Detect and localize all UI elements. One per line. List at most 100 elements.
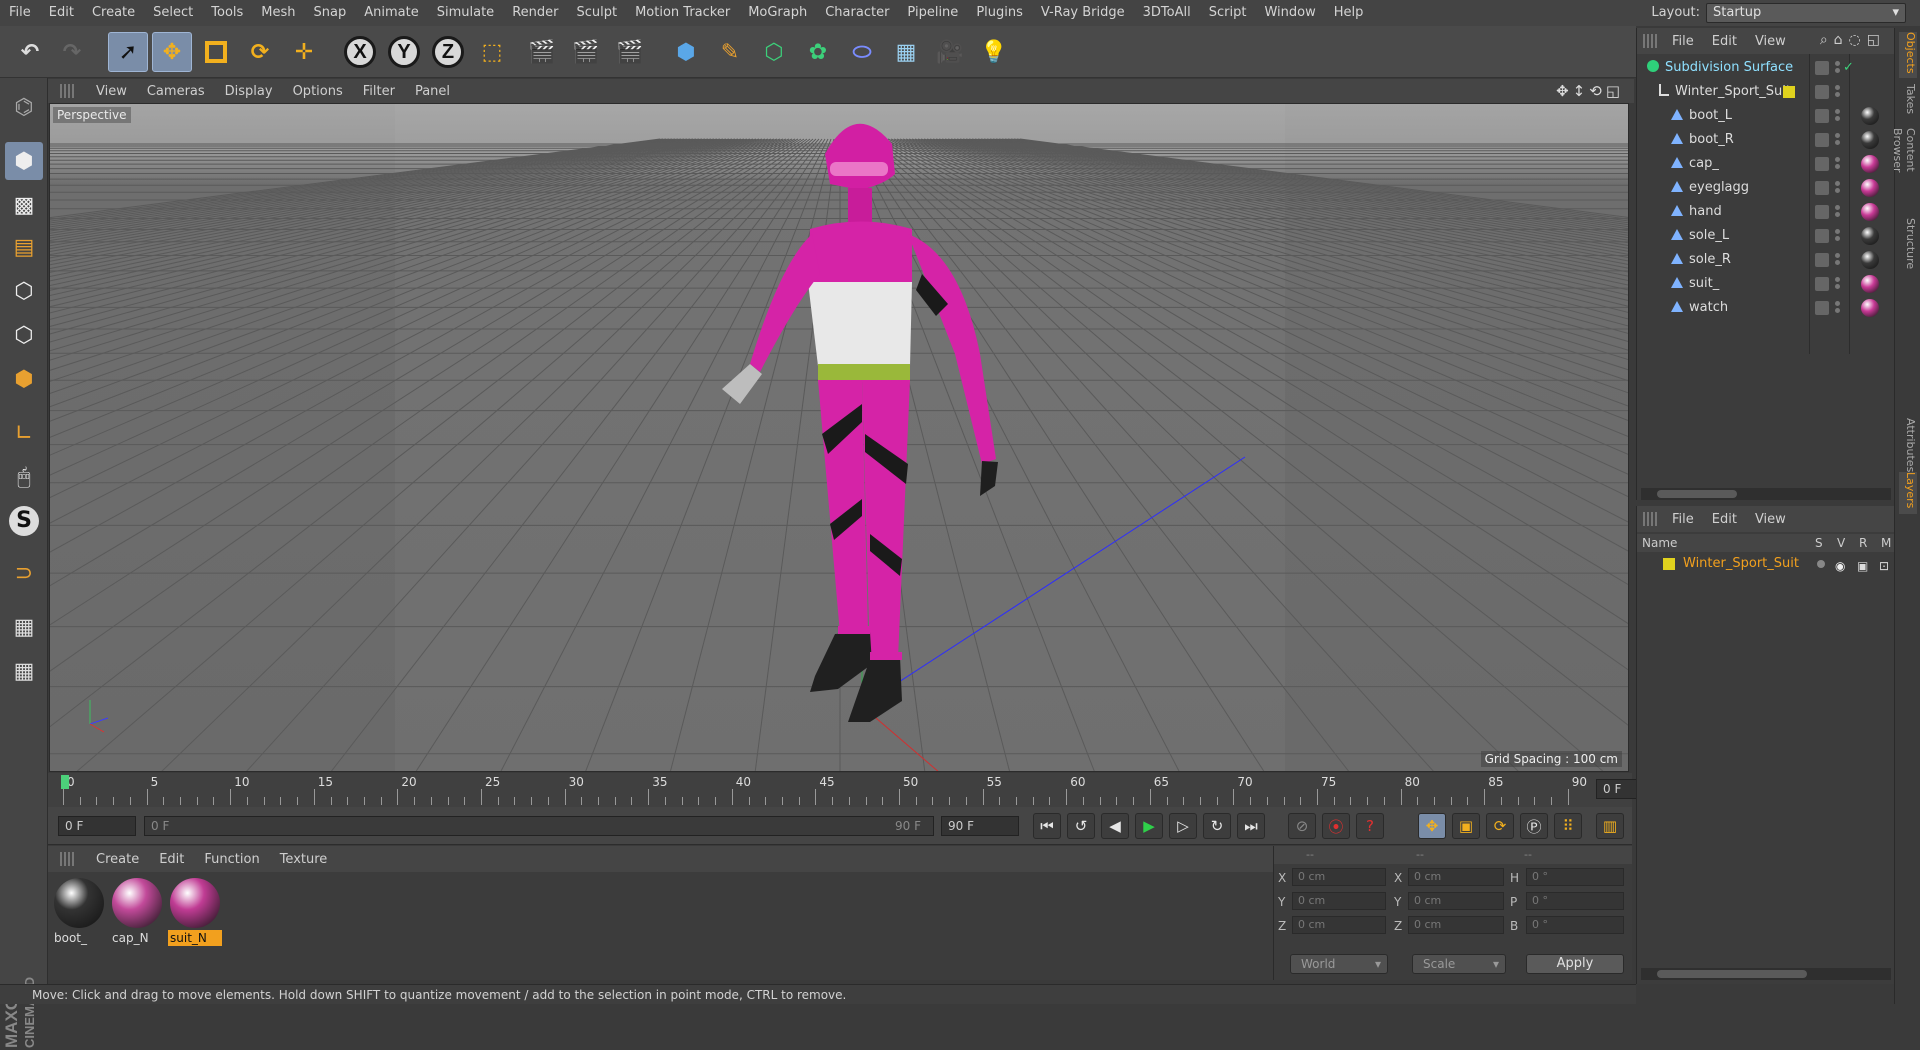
floor-button[interactable]: ▦ — [886, 32, 926, 72]
prev-key-button[interactable]: ↺ — [1067, 813, 1095, 839]
tweak-mode-button[interactable]: 🖱 — [5, 458, 43, 496]
points-mode-button[interactable]: ⬡ — [5, 272, 43, 310]
snap-button[interactable]: ⊃ — [5, 554, 43, 592]
rotation-field[interactable]: 0 ° — [1526, 868, 1624, 886]
menu-file[interactable]: File — [0, 0, 40, 26]
viewport-menu-view[interactable]: View — [86, 84, 137, 99]
visibility-dots-icon[interactable] — [1835, 203, 1841, 221]
coordinate-system-dropdown[interactable]: World ▾ — [1290, 954, 1388, 974]
object-row[interactable]: eyeglagg — [1637, 176, 1895, 200]
motion-record-button[interactable]: ⊘ — [1288, 813, 1316, 839]
play-button[interactable]: ▶ — [1135, 813, 1163, 839]
editable-check-icon[interactable] — [1815, 109, 1829, 123]
menu-edit[interactable]: Edit — [40, 0, 83, 26]
side-tab-objects[interactable]: Objects — [1899, 32, 1917, 78]
make-editable-button[interactable]: ⌬ — [5, 88, 43, 126]
size-field[interactable]: 0 cm — [1408, 916, 1504, 934]
edges-mode-button[interactable]: ⬡ — [5, 316, 43, 354]
menu-character[interactable]: Character — [816, 0, 898, 26]
material-menu-edit[interactable]: Edit — [149, 852, 194, 867]
side-tab-attributes[interactable]: Attributes — [1899, 418, 1917, 472]
menu-plugins[interactable]: Plugins — [967, 0, 1032, 26]
position-field[interactable]: 0 cm — [1292, 916, 1386, 934]
prev-frame-button[interactable]: ◀ — [1101, 813, 1129, 839]
material-tag-icon[interactable] — [1861, 203, 1879, 221]
start-frame-field[interactable]: 0 F — [58, 816, 136, 836]
menu-mograph[interactable]: MoGraph — [739, 0, 816, 26]
y-axis-button[interactable]: Y — [384, 32, 424, 72]
visibility-dots-icon[interactable] — [1835, 299, 1841, 317]
object-menu-view[interactable]: View — [1746, 34, 1795, 49]
material-tag-icon[interactable] — [1861, 155, 1879, 173]
position-field[interactable]: 0 cm — [1292, 892, 1386, 910]
menu-motion-tracker[interactable]: Motion Tracker — [626, 0, 739, 26]
material-swatch[interactable]: boot_ — [52, 876, 106, 948]
workplane-mode-button[interactable]: ▤ — [5, 228, 43, 266]
object-row[interactable]: boot_R — [1637, 128, 1895, 152]
manager-icon[interactable]: ⊡ — [1879, 554, 1889, 578]
move-tool-button[interactable]: ✥ — [152, 32, 192, 72]
visibility-dots-icon[interactable] — [1835, 155, 1841, 173]
layer-menu-edit[interactable]: Edit — [1703, 512, 1746, 527]
redo-button[interactable]: ↷ — [52, 32, 92, 72]
viewport-menu-panel[interactable]: Panel — [405, 84, 460, 99]
menu-render[interactable]: Render — [503, 0, 567, 26]
viewport-menu-cameras[interactable]: Cameras — [137, 84, 215, 99]
object-row[interactable]: Winter_Sport_Suit — [1637, 80, 1895, 104]
subdivision-surface-button[interactable]: ⬡ — [754, 32, 794, 72]
polygons-mode-button[interactable]: ⬢ — [5, 360, 43, 398]
layout-dropdown[interactable]: Startup ▾ — [1706, 3, 1906, 23]
record-parameter-button[interactable]: Ⓟ — [1520, 813, 1548, 839]
layer-menu-view[interactable]: View — [1746, 512, 1795, 527]
material-tag-icon[interactable] — [1861, 179, 1879, 197]
menu-window[interactable]: Window — [1255, 0, 1324, 26]
timeline-window-button[interactable]: ▥ — [1596, 813, 1624, 839]
end-frame-field[interactable]: 90 F — [941, 816, 1019, 836]
render-picture-viewer-button[interactable]: 🎬 — [566, 32, 606, 72]
layer-menu-file[interactable]: File — [1663, 512, 1703, 527]
scale-tool-button[interactable] — [196, 32, 236, 72]
editable-check-icon[interactable] — [1815, 205, 1829, 219]
visibility-dots-icon[interactable] — [1835, 107, 1841, 125]
frame-range-slider[interactable]: 0 F 90 F — [144, 816, 934, 836]
material-tag-icon[interactable] — [1861, 275, 1879, 293]
timeline-ruler[interactable]: 0 5 10 15 20 25 30 35 40 45 50 55 60 65 70 75 80 85 90 0 F — [48, 773, 1676, 807]
layer-row[interactable]: Winter_Sport_Suit ◉ ▣ ⊡ — [1637, 552, 1895, 576]
visibility-dots-icon[interactable] — [1835, 251, 1841, 269]
visibility-dots-icon[interactable] — [1835, 59, 1841, 77]
object-menu-edit[interactable]: Edit — [1703, 34, 1746, 49]
material-swatch[interactable]: suit_N — [168, 876, 222, 948]
material-tag-icon[interactable] — [1861, 299, 1879, 317]
size-mode-dropdown[interactable]: Scale ▾ — [1412, 954, 1506, 974]
menu-tools[interactable]: Tools — [202, 0, 252, 26]
record-position-button[interactable]: ✥ — [1418, 813, 1446, 839]
side-tab-content-browser[interactable]: Content Browser — [1891, 128, 1917, 214]
visibility-dots-icon[interactable] — [1835, 131, 1841, 149]
next-key-button[interactable]: ↻ — [1203, 813, 1231, 839]
menu-3dtoall[interactable]: 3DToAll — [1134, 0, 1200, 26]
material-tag-icon[interactable] — [1861, 131, 1879, 149]
menu-help[interactable]: Help — [1325, 0, 1373, 26]
menu-sculpt[interactable]: Sculpt — [567, 0, 626, 26]
editable-check-icon[interactable] — [1815, 181, 1829, 195]
material-tag-icon[interactable] — [1861, 251, 1879, 269]
cube-object-button[interactable]: ⬢ — [666, 32, 706, 72]
menu-animate[interactable]: Animate — [355, 0, 427, 26]
cloner-button[interactable]: ✿ — [798, 32, 838, 72]
record-pla-button[interactable]: ⠿ — [1554, 813, 1582, 839]
rotate-tool-button[interactable]: ⟳ — [240, 32, 280, 72]
menu-v-ray-bridge[interactable]: V-Ray Bridge — [1032, 0, 1134, 26]
perspective-viewport[interactable]: Perspective Grid Spacing : 100 cm — [49, 103, 1629, 772]
camera-button[interactable]: 🎥 — [930, 32, 970, 72]
texture-mode-button[interactable]: ▩ — [5, 186, 43, 224]
editable-check-icon[interactable] — [1815, 61, 1829, 75]
viewport-menu-options[interactable]: Options — [283, 84, 353, 99]
viewport-menu-display[interactable]: Display — [215, 84, 283, 99]
editable-check-icon[interactable] — [1815, 301, 1829, 315]
object-row[interactable]: sole_R — [1637, 248, 1895, 272]
side-tab-takes[interactable]: Takes — [1899, 84, 1917, 124]
object-row[interactable]: sole_L — [1637, 224, 1895, 248]
object-horizontal-scrollbar[interactable] — [1641, 488, 1891, 500]
locked-workplane-button[interactable]: ▦ — [5, 608, 43, 646]
editable-check-icon[interactable] — [1815, 229, 1829, 243]
